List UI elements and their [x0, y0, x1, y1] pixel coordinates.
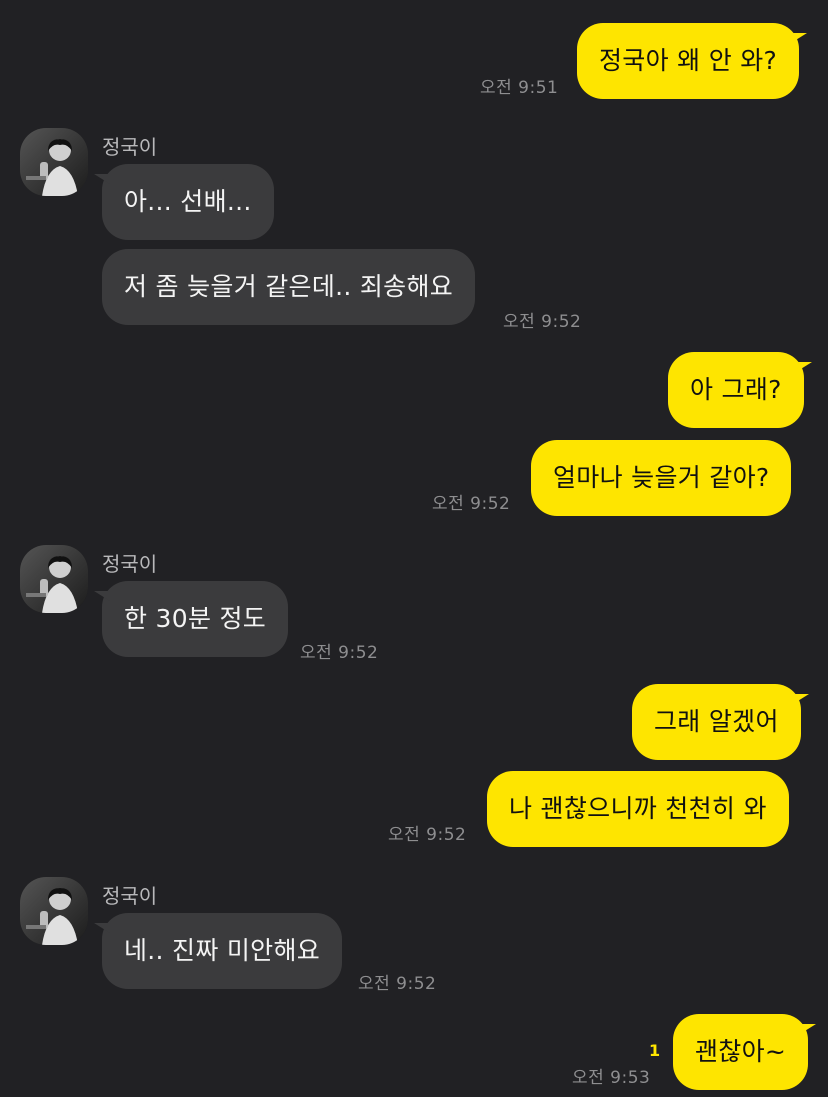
- message-timestamp: 오전 9:52: [388, 825, 467, 845]
- contact-avatar[interactable]: [20, 545, 88, 613]
- chat-screen: 오전 9:51 정국아 왜 안 와? 정국이 아... 선배... 저 좀 늦을…: [0, 0, 828, 1097]
- contact-avatar[interactable]: [20, 877, 88, 945]
- outgoing-message-bubble[interactable]: 괜찮아~: [673, 1014, 817, 1090]
- sender-name: 정국이: [102, 135, 158, 159]
- outgoing-message-bubble[interactable]: 정국아 왜 안 와?: [577, 23, 808, 99]
- message-timestamp: 오전 9:52: [300, 643, 379, 663]
- incoming-message-bubble[interactable]: 한 30분 정도: [93, 581, 289, 657]
- message-timestamp: 오전 9:52: [432, 494, 511, 514]
- outgoing-message-bubble[interactable]: 나 괜찮으니까 천천히 와: [487, 771, 789, 847]
- message-timestamp: 오전 9:51: [480, 78, 559, 98]
- profile-photo-icon: [20, 877, 88, 945]
- incoming-message-bubble[interactable]: 아... 선배...: [94, 164, 274, 240]
- message-timestamp: 오전 9:52: [358, 974, 437, 994]
- outgoing-message-bubble[interactable]: 얼마나 늦을거 같아?: [531, 440, 792, 516]
- profile-photo-icon: [20, 128, 88, 196]
- outgoing-message-bubble[interactable]: 아 그래?: [668, 352, 812, 428]
- message-timestamp: 오전 9:52: [503, 312, 582, 332]
- outgoing-message-bubble[interactable]: 그래 알겠어: [632, 684, 809, 760]
- incoming-message-bubble[interactable]: 저 좀 늦을거 같은데.. 죄송해요: [102, 249, 476, 325]
- contact-avatar[interactable]: [20, 128, 88, 196]
- unread-count-badge: 1: [649, 1041, 661, 1060]
- message-timestamp: 오전 9:53: [572, 1068, 651, 1088]
- incoming-message-bubble[interactable]: 네.. 진짜 미안해요: [93, 913, 343, 989]
- profile-photo-icon: [20, 545, 88, 613]
- sender-name: 정국이: [102, 884, 158, 908]
- sender-name: 정국이: [102, 552, 158, 576]
